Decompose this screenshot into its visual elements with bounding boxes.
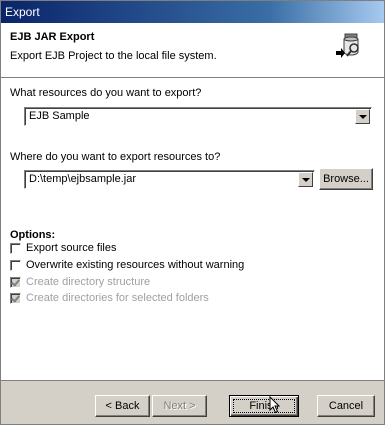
export-dialog: Export EJB JAR Export Export EJB Project… (0, 0, 385, 425)
overwrite-label: Overwrite existing resources without war… (26, 259, 245, 271)
banner-description: Export EJB Project to the local file sys… (10, 50, 217, 62)
finish-button[interactable]: Finish (229, 395, 299, 417)
browse-button[interactable]: Browse... (319, 168, 373, 190)
focus-rect (233, 399, 295, 413)
cancel-button[interactable]: Cancel (317, 395, 375, 417)
destination-path: D:\temp\ejbsample.jar (29, 173, 136, 185)
wizard-content: What resources do you want to export? EJ… (1, 78, 384, 381)
overwrite-checkbox[interactable] (10, 260, 21, 271)
window-title: Export (5, 5, 40, 19)
mouse-pointer-icon (269, 396, 281, 414)
title-bar: Export (1, 1, 384, 23)
banner-title: EJB JAR Export (10, 31, 95, 43)
create-directory-label: Create directory structure (26, 276, 151, 288)
options-heading: Options: (10, 229, 56, 241)
wizard-banner: EJB JAR Export Export EJB Project to the… (1, 23, 384, 78)
resources-selected: EJB Sample (29, 110, 90, 122)
create-directory-checkbox (10, 277, 21, 288)
next-button[interactable]: Next > (152, 395, 207, 417)
create-directories-selected-label: Create directories for selected folders (26, 292, 209, 304)
chevron-down-icon[interactable] (298, 172, 313, 187)
resources-combo[interactable]: EJB Sample (24, 107, 372, 126)
create-directories-selected-checkbox (10, 293, 21, 304)
export-source-label: Export source files (26, 242, 117, 254)
export-source-checkbox[interactable] (10, 243, 21, 254)
destination-combo[interactable]: D:\temp\ejbsample.jar (24, 170, 315, 189)
destination-label: Where do you want to export resources to… (10, 151, 221, 163)
resources-label: What resources do you want to export? (10, 87, 202, 99)
export-jar-icon (336, 33, 359, 58)
back-button[interactable]: < Back (95, 395, 150, 417)
chevron-down-icon[interactable] (355, 109, 370, 124)
